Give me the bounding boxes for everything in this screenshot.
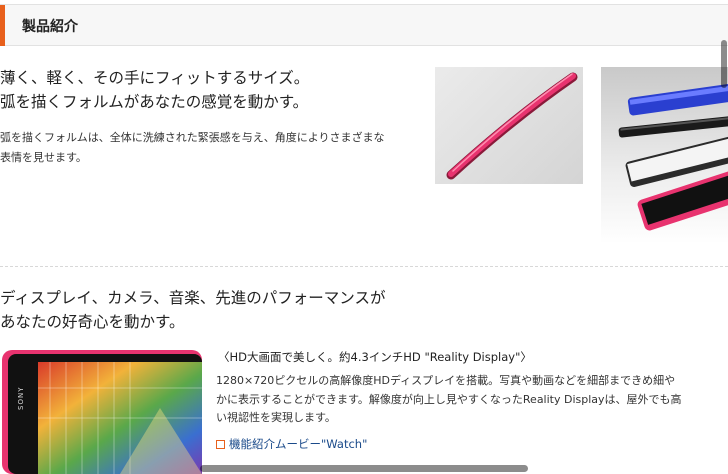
header-accent-bar [0, 5, 5, 46]
phone-side-photo [435, 67, 583, 184]
feature-description: 1280×720ピクセルの高解像度HDディスプレイを搭載。写真や動画などを細部ま… [216, 374, 682, 424]
phone-lineup-photo [601, 67, 728, 244]
section-title: 製品紹介 [22, 19, 78, 35]
phone-brand-logo: SONY [17, 386, 25, 410]
phone-display-photo: SONY [0, 348, 202, 474]
external-link-icon [216, 440, 225, 449]
horizontal-scrollbar[interactable] [200, 465, 528, 472]
intro-body: 弧を描くフォルムは、全体に洗練された緊張感を与え、角度によりさまざまな 表情を見… [0, 131, 385, 164]
intro-headline: 薄く、軽く、その手にフィットするサイズ。 弧を描くフォルムがあなたの感覚を動かす… [0, 69, 310, 111]
feature-title: 〈HD大画面で美しく。約4.3インチHD "Reality Display"〉 [218, 350, 532, 364]
vertical-scrollbar[interactable] [721, 40, 727, 88]
movie-link[interactable]: 機能紹介ムービー"Watch" [216, 436, 367, 452]
section-header: 製品紹介 [0, 4, 728, 46]
display-headline: ディスプレイ、カメラ、音楽、先進のパフォーマンスが あなたの好奇心を動かす。 [0, 289, 386, 331]
section-divider [0, 266, 728, 267]
movie-link-label: 機能紹介ムービー"Watch" [229, 437, 368, 451]
